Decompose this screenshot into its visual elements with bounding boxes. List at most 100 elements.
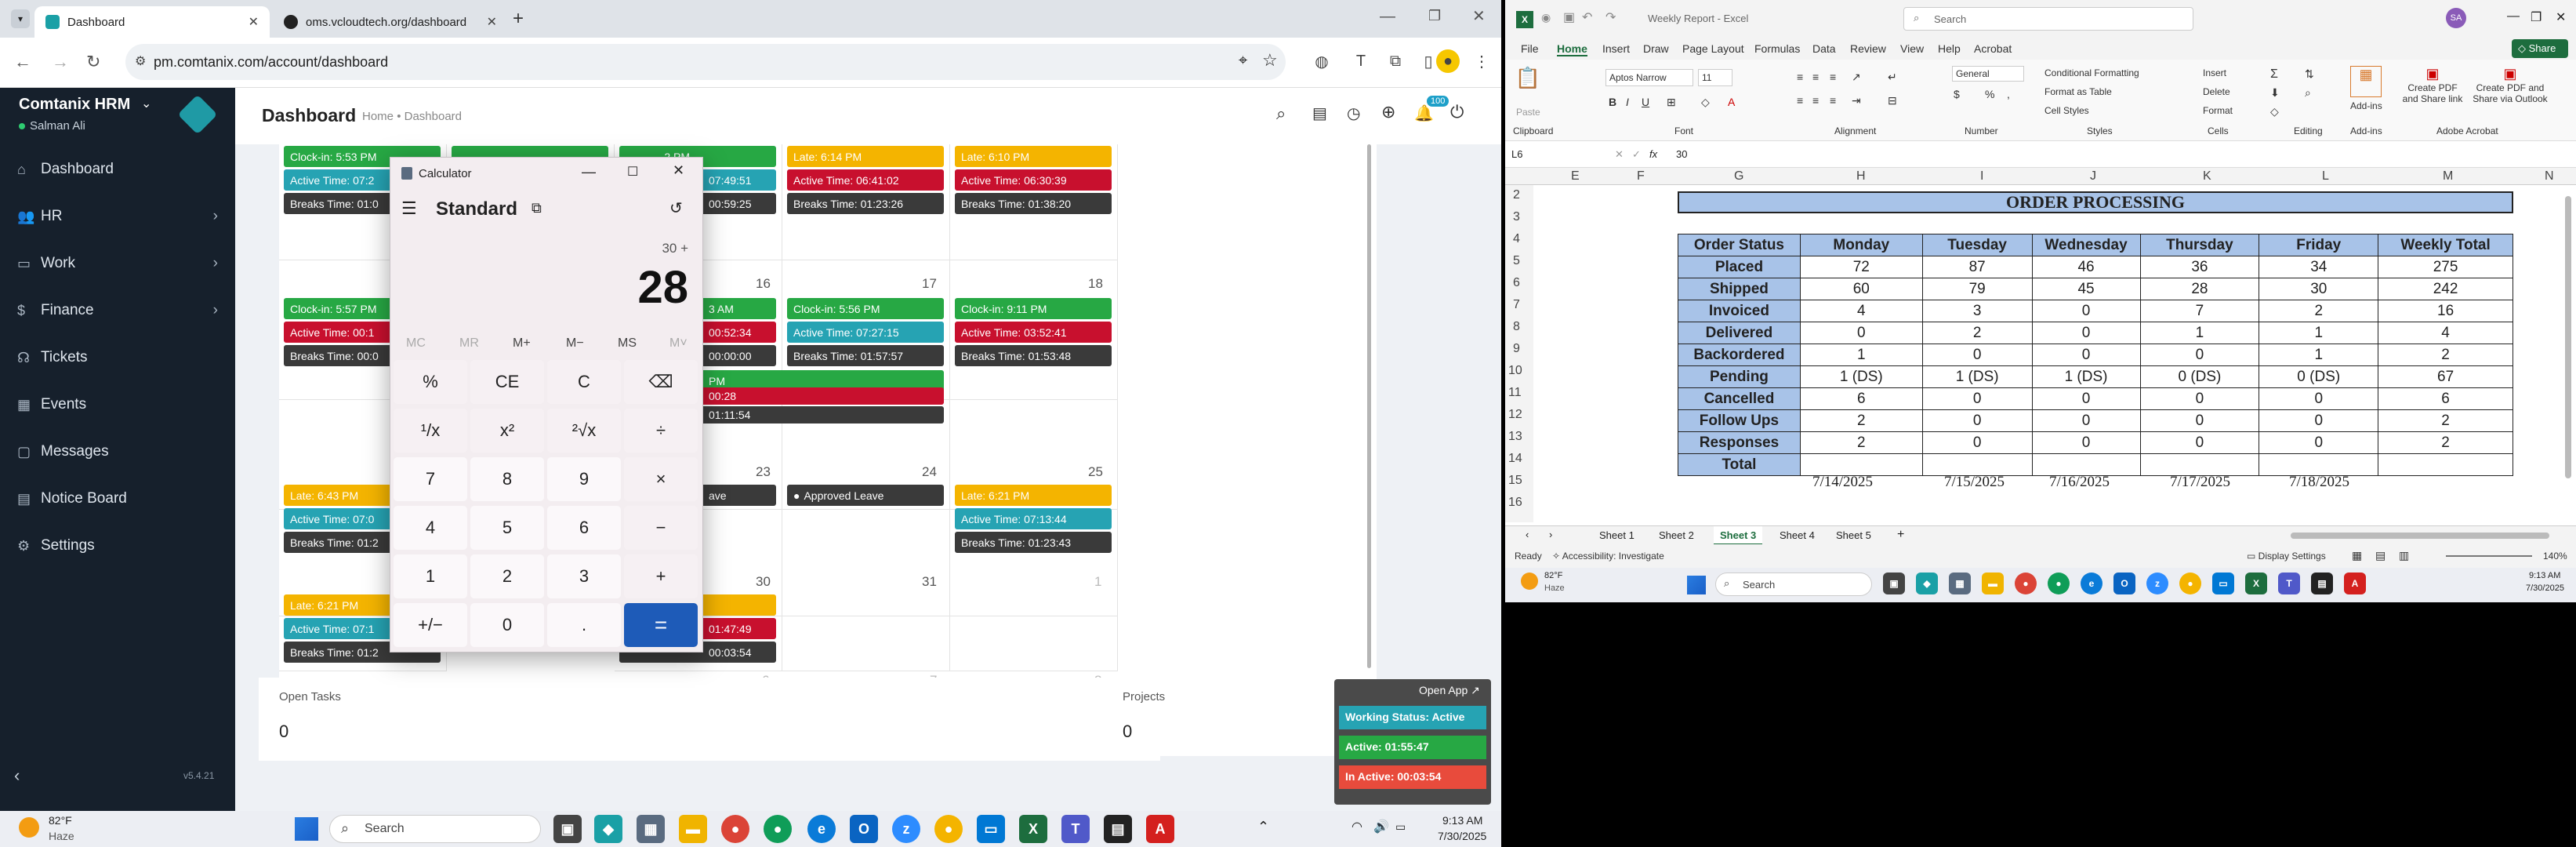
currency-icon[interactable]: $ — [1954, 88, 1960, 100]
table-cell[interactable]: 7 — [2139, 300, 2260, 322]
active-time-pill[interactable]: Active Time: 03:52:41 — [955, 322, 1112, 343]
column-header-cell[interactable]: Tuesday — [1921, 234, 2033, 256]
collapse-sidebar-icon[interactable]: ‹ — [14, 765, 20, 786]
comma-icon[interactable]: , — [2007, 88, 2010, 100]
row-header[interactable]: 8 — [1513, 320, 1520, 334]
cell-styles-button[interactable]: Cell Styles — [2044, 105, 2089, 116]
align-left-icon[interactable]: ≡ — [1797, 94, 1803, 107]
col-header-h[interactable]: H — [1856, 169, 1866, 184]
site-info-icon[interactable]: ⚙ — [135, 53, 146, 69]
col-header-l[interactable]: L — [2322, 169, 2329, 184]
digit-5-button[interactable]: 5 — [470, 506, 544, 550]
table-cell[interactable] — [2378, 453, 2513, 476]
table-cell[interactable]: 36 — [2139, 256, 2260, 278]
enter-icon[interactable]: ✓ — [1632, 148, 1641, 161]
late-pill[interactable]: Late: 6:14 PM — [787, 146, 944, 167]
align-right-icon[interactable]: ≡ — [1830, 94, 1836, 107]
sheet-tab-2[interactable]: Sheet 2 — [1659, 529, 1694, 541]
brand-dropdown-icon[interactable]: ⌄ — [141, 96, 151, 111]
close-window-icon[interactable]: ✕ — [1472, 6, 1486, 26]
search-icon[interactable]: ⌕ — [1276, 104, 1286, 124]
sheet-tab-4[interactable]: Sheet 4 — [1780, 529, 1815, 541]
column-header-cell[interactable]: Monday — [1799, 234, 1923, 256]
table-cell[interactable]: 0 — [2139, 431, 2260, 454]
address-bar[interactable]: ⚙ pm.comtanix.com/account/dashboard ⌖ ☆ — [125, 44, 1286, 80]
table-cell[interactable]: 0 — [2031, 344, 2141, 366]
history-icon[interactable]: ↺ — [669, 198, 683, 218]
table-cell[interactable]: 0 — [2259, 409, 2379, 432]
table-cell[interactable]: 0 — [1799, 322, 1923, 344]
sidebar-item-events[interactable]: ▦ Events — [0, 381, 235, 428]
reciprocal-button[interactable]: ¹/x — [394, 409, 467, 453]
weather-icon[interactable] — [19, 817, 39, 838]
table-cell[interactable]: 0 — [2259, 387, 2379, 410]
close-icon[interactable]: ✕ — [673, 162, 684, 179]
order-table-title[interactable]: ORDER PROCESSING — [1678, 191, 2513, 213]
next-sheet-icon[interactable]: › — [1549, 529, 1552, 540]
edge-icon[interactable]: e — [807, 815, 836, 843]
col-header-k[interactable]: K — [2203, 169, 2211, 184]
close-tab-icon[interactable]: ✕ — [487, 14, 497, 30]
sheet-tab-3[interactable]: Sheet 3 — [1714, 526, 1763, 545]
open-app-link[interactable]: Open App ↗ — [1419, 684, 1480, 697]
autosave-icon[interactable]: ◉ — [1541, 11, 1551, 24]
divide-button[interactable]: ÷ — [624, 409, 698, 453]
row-label-cell[interactable]: Delivered — [1678, 322, 1801, 344]
table-cell[interactable] — [1921, 453, 2033, 476]
chrome-icon[interactable]: ● — [2048, 573, 2070, 594]
addins-button[interactable]: ▦ — [2350, 66, 2382, 97]
table-cell[interactable]: 275 — [2378, 256, 2513, 278]
tray-chevron-icon[interactable]: ⌃ — [1257, 819, 1269, 835]
remote-desktop-icon[interactable]: ▭ — [2212, 573, 2234, 594]
restore-icon[interactable]: ❐ — [1428, 8, 1441, 24]
calendar-cell[interactable] — [782, 510, 950, 616]
paste-button[interactable]: 📋 — [1515, 66, 1541, 105]
table-cell[interactable]: 4 — [2378, 322, 2513, 344]
date-cell[interactable]: 7/14/2025 — [1812, 474, 1873, 491]
table-cell[interactable]: 0 — [2259, 431, 2379, 454]
start-icon[interactable] — [295, 817, 318, 841]
undo-icon[interactable]: ↶ — [1582, 9, 1592, 25]
minimize-icon[interactable]: — — [582, 164, 596, 180]
clock-in-pill[interactable]: Clock-in: 9:11 PM — [955, 298, 1112, 319]
tab-review[interactable]: Review — [1850, 42, 1886, 55]
table-cell[interactable]: 1 (DS) — [2031, 365, 2141, 388]
table-cell[interactable]: 2 — [1799, 409, 1923, 432]
sidebar-item-dashboard[interactable]: ⌂ Dashboard — [0, 146, 235, 193]
sidebar-item-messages[interactable]: ▢ Messages — [0, 428, 235, 475]
breaks-time-pill[interactable]: Breaks Time: 01:23:26 — [787, 193, 944, 214]
add-button[interactable]: + — [624, 554, 698, 598]
row-header[interactable]: 13 — [1508, 430, 1522, 444]
table-cell[interactable]: 2 — [2378, 431, 2513, 454]
tab-acrobat[interactable]: Acrobat — [1974, 42, 2012, 55]
zoom-icon[interactable]: z — [2146, 573, 2168, 594]
table-cell[interactable]: 6 — [1799, 387, 1923, 410]
excel-icon[interactable]: X — [1019, 815, 1047, 843]
account-avatar[interactable]: SA — [2446, 8, 2466, 28]
table-cell[interactable]: 0 (DS) — [2139, 365, 2260, 388]
breaks-time-pill[interactable]: Breaks Time: 01:53:48 — [955, 345, 1112, 366]
sqrt-button[interactable]: ²√x — [547, 409, 621, 453]
tab-file[interactable]: File — [1521, 42, 1539, 55]
digit-4-button[interactable]: 4 — [394, 506, 467, 550]
sheet-tab-5[interactable]: Sheet 5 — [1836, 529, 1871, 541]
digit-3-button[interactable]: 3 — [547, 554, 621, 598]
date-cell[interactable]: 7/16/2025 — [2049, 474, 2110, 491]
power-icon[interactable]: ⏻ — [1450, 102, 1464, 122]
table-cell[interactable]: 45 — [2031, 278, 2141, 300]
table-cell[interactable]: 0 — [1921, 409, 2033, 432]
row-label-cell[interactable]: Pending — [1678, 365, 1801, 388]
breaks-time-pill[interactable]: Breaks Time: 01:57:57 — [787, 345, 944, 366]
negate-button[interactable]: +/− — [394, 603, 467, 647]
column-header-cell[interactable]: Order Status — [1678, 234, 1801, 256]
clock-date[interactable]: 7/30/2025 — [2526, 583, 2564, 593]
row-header[interactable]: 16 — [1508, 496, 1522, 510]
fill-icon[interactable]: ⬇ — [2270, 86, 2280, 100]
wifi-icon[interactable]: ◠ — [1351, 819, 1362, 834]
square-button[interactable]: x² — [470, 409, 544, 453]
table-cell[interactable]: 3 — [1921, 300, 2033, 322]
memory-list-button[interactable]: M˅ — [669, 336, 688, 351]
mr-button[interactable]: MR — [459, 336, 479, 351]
outlook-icon[interactable]: O — [850, 815, 878, 843]
table-cell[interactable]: 1 — [2139, 322, 2260, 344]
